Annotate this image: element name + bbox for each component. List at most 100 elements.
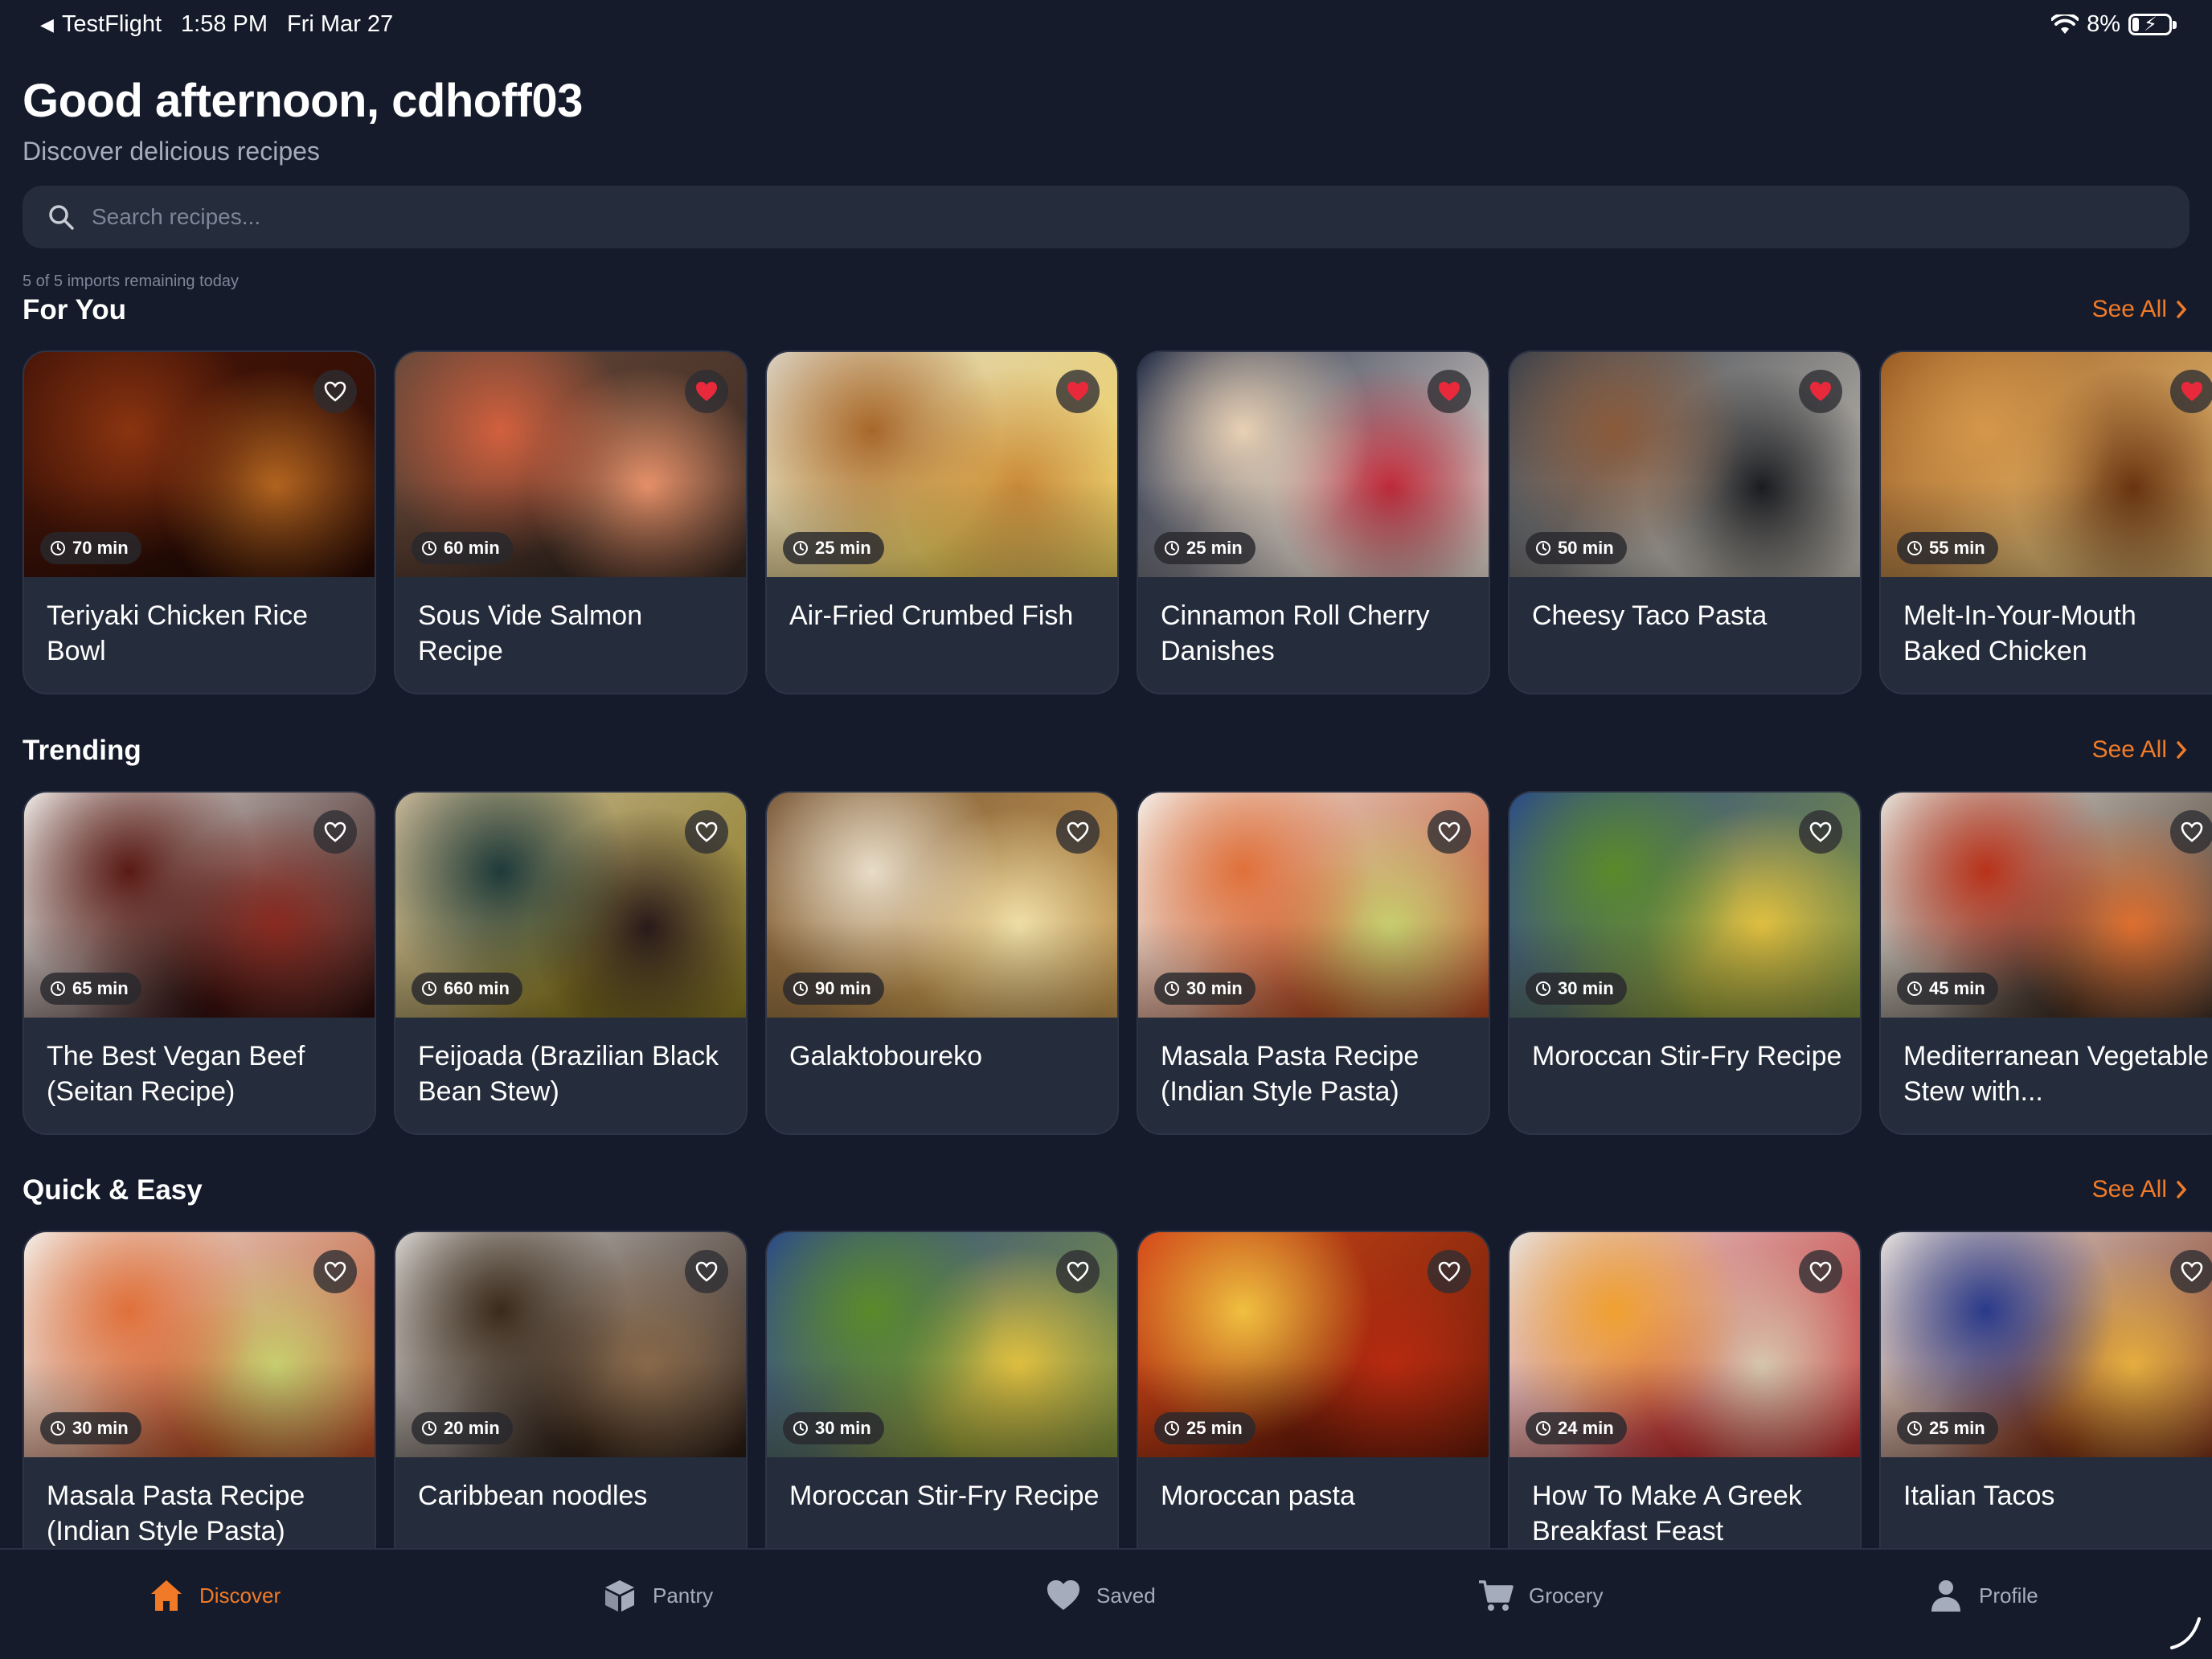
recipe-image[interactable]: 24 min [1509,1232,1860,1457]
recipe-title: Caribbean noodles [418,1481,648,1511]
recipe-image[interactable]: 660 min [395,793,746,1018]
recipe-image[interactable]: 30 min [1509,793,1860,1018]
recipe-image[interactable]: 90 min [767,793,1117,1018]
search-input[interactable] [92,204,2021,230]
favorite-button[interactable] [1428,1250,1471,1293]
cook-time-badge: 60 min [412,532,513,564]
recipe-card[interactable]: 20 min Caribbean noodles [394,1231,748,1575]
favorite-button[interactable] [1428,810,1471,854]
recipe-card[interactable]: 25 min Moroccan pasta [1137,1231,1490,1575]
recipe-card[interactable]: 65 min The Best Vegan Beef (Seitan Recipe… [23,791,376,1135]
recipe-image[interactable]: 25 min [1138,1232,1489,1457]
favorite-button[interactable] [1799,1250,1842,1293]
cook-time-badge: 24 min [1526,1412,1627,1444]
recipe-title: Italian Tacos [1903,1481,2055,1511]
clock-icon [51,541,65,555]
recipe-card[interactable]: 25 min Cinnamon Roll Cherry Danishes [1137,350,1490,694]
recipe-title: Galaktoboureko [789,1041,983,1071]
recipe-image[interactable]: 25 min [767,352,1117,577]
tab-grocery[interactable]: Grocery [1477,1577,1603,1614]
recipe-image[interactable]: 25 min [1881,1232,2212,1457]
see-all-label: See All [2091,296,2167,322]
back-arrow-icon[interactable]: ◀ [40,14,54,35]
app-root: ◀ TestFlight 1:58 PM Fri Mar 27 8% ⚡ Goo… [0,0,2212,1659]
heart-outline-icon [1809,1261,1832,1282]
resize-handle-icon[interactable] [2165,1612,2204,1651]
heart-filled-icon [1810,382,1831,401]
clock-icon [793,541,808,555]
recipe-card[interactable]: 55 min Melt-In-Your-Mouth Baked Chicken [1879,350,2212,694]
favorite-button[interactable] [1799,810,1842,854]
recipe-image[interactable]: 50 min [1509,352,1860,577]
recipe-card[interactable]: 660 min Feijoada (Brazilian Black Bean St… [394,791,748,1135]
favorite-button[interactable] [685,1250,728,1293]
tab-saved[interactable]: Saved [1045,1577,1156,1614]
cook-time-label: 90 min [815,978,871,998]
search-bar[interactable] [23,186,2189,248]
section-title: Trending [23,735,141,766]
cook-time-label: 30 min [1186,978,1243,998]
clock-icon [422,1421,436,1436]
recipe-title: Masala Pasta Recipe (Indian Style Pasta) [1161,1041,1419,1107]
see-all-button[interactable]: See All [2092,296,2188,323]
favorite-button[interactable] [2170,370,2212,413]
clock-icon [51,1421,65,1436]
recipe-image[interactable]: 30 min [24,1232,375,1457]
recipe-card[interactable]: 70 min Teriyaki Chicken Rice Bowl [23,350,376,694]
recipe-card[interactable]: 30 min Masala Pasta Recipe (Indian Style … [23,1231,376,1575]
cook-time-badge: 45 min [1897,973,1998,1005]
favorite-button[interactable] [2170,1250,2212,1293]
favorite-button[interactable] [313,810,357,854]
favorite-button[interactable] [1056,1250,1100,1293]
recipe-card[interactable]: 30 min Moroccan Stir-Fry Recipe [765,1231,1119,1575]
tab-profile[interactable]: Profile [1927,1577,2038,1614]
clock-icon [51,981,65,996]
cook-time-badge: 30 min [1154,973,1256,1005]
recipe-card[interactable]: 25 min Italian Tacos [1879,1231,2212,1575]
heart-outline-icon [1067,1261,1089,1282]
heart-filled-icon [2181,382,2202,401]
recipe-image[interactable]: 25 min [1138,352,1489,577]
card-row: 30 min Masala Pasta Recipe (Indian Style … [23,1231,2212,1575]
recipe-image[interactable]: 70 min [24,352,375,577]
favorite-button[interactable] [1799,370,1842,413]
recipe-image[interactable]: 55 min [1881,352,2212,577]
tab-pantry[interactable]: Pantry [601,1577,713,1614]
favorite-button[interactable] [685,810,728,854]
recipe-card[interactable]: 60 min Sous Vide Salmon Recipe [394,350,748,694]
see-all-button[interactable]: See All [2092,736,2188,764]
favorite-button[interactable] [2170,810,2212,854]
recipe-image[interactable]: 65 min [24,793,375,1018]
favorite-button[interactable] [313,370,357,413]
recipe-image[interactable]: 60 min [395,352,746,577]
favorite-button[interactable] [1056,810,1100,854]
bottom-tab-bar: Discover Pantry Saved Grocery Profile [0,1548,2212,1659]
favorite-button[interactable] [685,370,728,413]
recipe-title: The Best Vegan Beef (Seitan Recipe) [47,1041,305,1107]
favorite-button[interactable] [313,1250,357,1293]
recipe-card[interactable]: 90 min Galaktoboureko [765,791,1119,1135]
see-all-button[interactable]: See All [2092,1176,2188,1203]
tab-label: Discover [199,1583,281,1608]
recipe-card[interactable]: 25 min Air-Fried Crumbed Fish [765,350,1119,694]
heart-filled-icon [1439,382,1460,401]
cook-time-label: 70 min [72,538,129,558]
recipe-title: Feijoada (Brazilian Black Bean Stew) [418,1041,719,1107]
cook-time-badge: 50 min [1526,532,1627,564]
heart-outline-icon [1438,1261,1460,1282]
recipe-card[interactable]: 30 min Moroccan Stir-Fry Recipe [1508,791,1862,1135]
favorite-button[interactable] [1056,370,1100,413]
favorite-button[interactable] [1428,370,1471,413]
recipe-card[interactable]: 24 min How To Make A Greek Breakfast Feas… [1508,1231,1862,1575]
page-title: Good afternoon, cdhoff03 [23,75,583,127]
recipe-card[interactable]: 50 min Cheesy Taco Pasta [1508,350,1862,694]
recipe-image[interactable]: 30 min [1138,793,1489,1018]
recipe-card[interactable]: 30 min Masala Pasta Recipe (Indian Style … [1137,791,1490,1135]
recipe-image[interactable]: 45 min [1881,793,2212,1018]
recipe-card[interactable]: 45 min Mediterranean Vegetable Stew with.… [1879,791,2212,1135]
back-app-label[interactable]: TestFlight [62,11,162,38]
recipe-image[interactable]: 20 min [395,1232,746,1457]
tab-discover[interactable]: Discover [148,1577,281,1614]
recipe-image[interactable]: 30 min [767,1232,1117,1457]
cart-icon [1479,1580,1514,1611]
